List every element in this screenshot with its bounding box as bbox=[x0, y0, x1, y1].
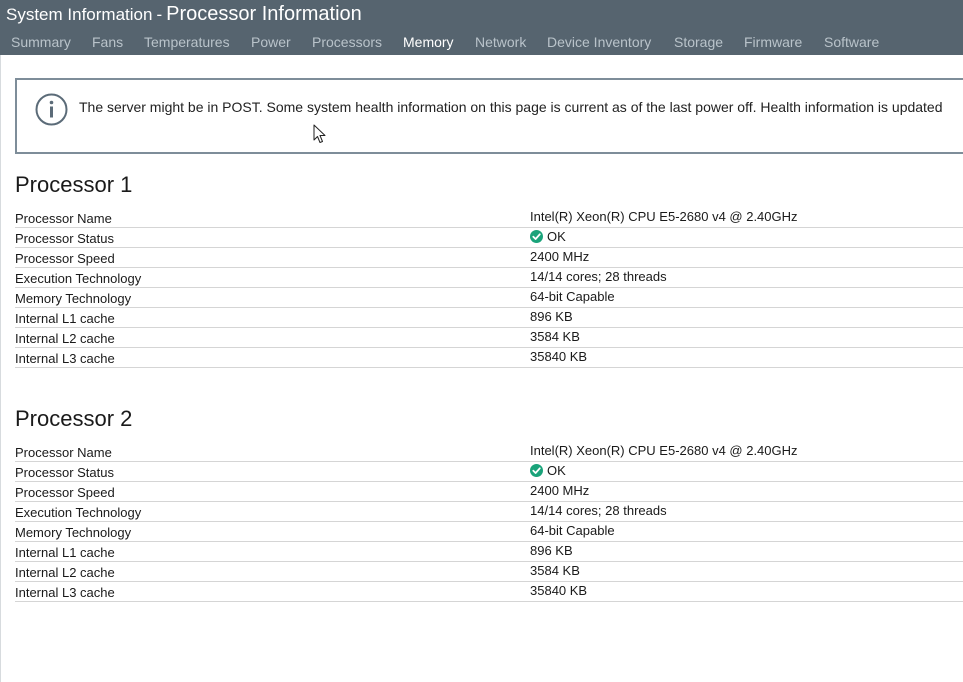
row-label: Internal L2 cache bbox=[15, 565, 115, 580]
row-label: Internal L1 cache bbox=[15, 545, 115, 560]
tab-software[interactable]: Software bbox=[824, 34, 879, 50]
check-circle-icon bbox=[530, 464, 543, 477]
mouse-pointer-icon bbox=[313, 124, 326, 143]
tab-firmware[interactable]: Firmware bbox=[744, 34, 802, 50]
status-text: OK bbox=[547, 229, 566, 244]
row-label: Memory Technology bbox=[15, 291, 132, 306]
table-row: Internal L1 cache 896 KB bbox=[15, 542, 963, 562]
tab-device-inventory[interactable]: Device Inventory bbox=[547, 34, 651, 50]
table-row: Execution Technology 14/14 cores; 28 thr… bbox=[15, 502, 963, 522]
row-label: Processor Status bbox=[15, 465, 114, 480]
title-prefix: System Information bbox=[6, 5, 153, 24]
row-label: Processor Speed bbox=[15, 251, 115, 266]
row-value: 2400 MHz bbox=[530, 249, 590, 264]
processor-2-table: Processor Name Intel(R) Xeon(R) CPU E5-2… bbox=[15, 442, 963, 602]
row-value: 64-bit Capable bbox=[530, 289, 615, 304]
info-icon bbox=[35, 93, 68, 126]
content-left-border bbox=[0, 55, 1, 682]
table-row: Internal L3 cache 35840 KB bbox=[15, 582, 963, 602]
section-title: Processor 2 bbox=[15, 406, 133, 431]
row-label: Internal L1 cache bbox=[15, 311, 115, 326]
row-value: 2400 MHz bbox=[530, 483, 590, 498]
table-row: Processor Status OK bbox=[15, 228, 963, 248]
row-label: Processor Name bbox=[15, 211, 112, 226]
row-value: 3584 KB bbox=[530, 563, 580, 578]
table-row: Internal L3 cache 35840 KB bbox=[15, 348, 963, 368]
table-row: Processor Status OK bbox=[15, 462, 963, 482]
row-value: 14/14 cores; 28 threads bbox=[530, 269, 667, 284]
section-title: Processor 1 bbox=[15, 172, 133, 197]
row-label: Internal L2 cache bbox=[15, 331, 115, 346]
table-row: Processor Speed 2400 MHz bbox=[15, 248, 963, 268]
row-value: 64-bit Capable bbox=[530, 523, 615, 538]
status-text: OK bbox=[547, 463, 566, 478]
tab-processors[interactable]: Processors bbox=[312, 34, 382, 50]
row-label: Memory Technology bbox=[15, 525, 132, 540]
row-value: 896 KB bbox=[530, 543, 573, 558]
row-value: Intel(R) Xeon(R) CPU E5-2680 v4 @ 2.40GH… bbox=[530, 443, 798, 458]
row-value: 3584 KB bbox=[530, 329, 580, 344]
row-label: Execution Technology bbox=[15, 271, 142, 286]
processor-1-table: Processor Name Intel(R) Xeon(R) CPU E5-2… bbox=[15, 208, 963, 368]
table-row: Execution Technology 14/14 cores; 28 thr… bbox=[15, 268, 963, 288]
row-label: Processor Status bbox=[15, 231, 114, 246]
row-value: 35840 KB bbox=[530, 583, 588, 598]
tab-temperatures[interactable]: Temperatures bbox=[144, 34, 230, 50]
row-label: Processor Name bbox=[15, 445, 112, 460]
page-header: System Information - Processor Information… bbox=[0, 0, 963, 55]
tab-storage[interactable]: Storage bbox=[674, 34, 723, 50]
tab-fans[interactable]: Fans bbox=[92, 34, 123, 50]
post-warning-banner: The server might be in POST. Some system… bbox=[15, 78, 963, 154]
row-value-status: OK bbox=[530, 229, 566, 244]
row-value-status: OK bbox=[530, 463, 566, 478]
row-label: Internal L3 cache bbox=[15, 351, 115, 366]
table-row: Internal L2 cache 3584 KB bbox=[15, 562, 963, 582]
row-value: 14/14 cores; 28 threads bbox=[530, 503, 667, 518]
row-label: Execution Technology bbox=[15, 505, 142, 520]
table-row: Processor Speed 2400 MHz bbox=[15, 482, 963, 502]
check-circle-icon bbox=[530, 230, 543, 243]
page-title: System Information - Processor Information bbox=[6, 3, 362, 26]
table-row: Internal L2 cache 3584 KB bbox=[15, 328, 963, 348]
processor-2-section: Processor 2 Processor Name Intel(R) Xeon… bbox=[15, 404, 963, 602]
row-label: Internal L3 cache bbox=[15, 585, 115, 600]
row-value: 35840 KB bbox=[530, 349, 588, 364]
tab-power[interactable]: Power bbox=[251, 34, 291, 50]
tab-memory[interactable]: Memory bbox=[403, 34, 454, 50]
row-value: 896 KB bbox=[530, 309, 573, 324]
table-row: Processor Name Intel(R) Xeon(R) CPU E5-2… bbox=[15, 208, 963, 228]
tab-summary[interactable]: Summary bbox=[11, 34, 71, 50]
row-label: Processor Speed bbox=[15, 485, 115, 500]
table-row: Internal L1 cache 896 KB bbox=[15, 308, 963, 328]
table-row: Memory Technology 64-bit Capable bbox=[15, 288, 963, 308]
title-main: Processor Information bbox=[166, 3, 362, 25]
table-row: Processor Name Intel(R) Xeon(R) CPU E5-2… bbox=[15, 442, 963, 462]
title-separator: - bbox=[156, 5, 163, 24]
table-row: Memory Technology 64-bit Capable bbox=[15, 522, 963, 542]
processor-1-section: Processor 1 Processor Name Intel(R) Xeon… bbox=[15, 170, 963, 368]
tab-network[interactable]: Network bbox=[475, 34, 526, 50]
banner-message: The server might be in POST. Some system… bbox=[79, 99, 943, 115]
row-value: Intel(R) Xeon(R) CPU E5-2680 v4 @ 2.40GH… bbox=[530, 209, 798, 224]
